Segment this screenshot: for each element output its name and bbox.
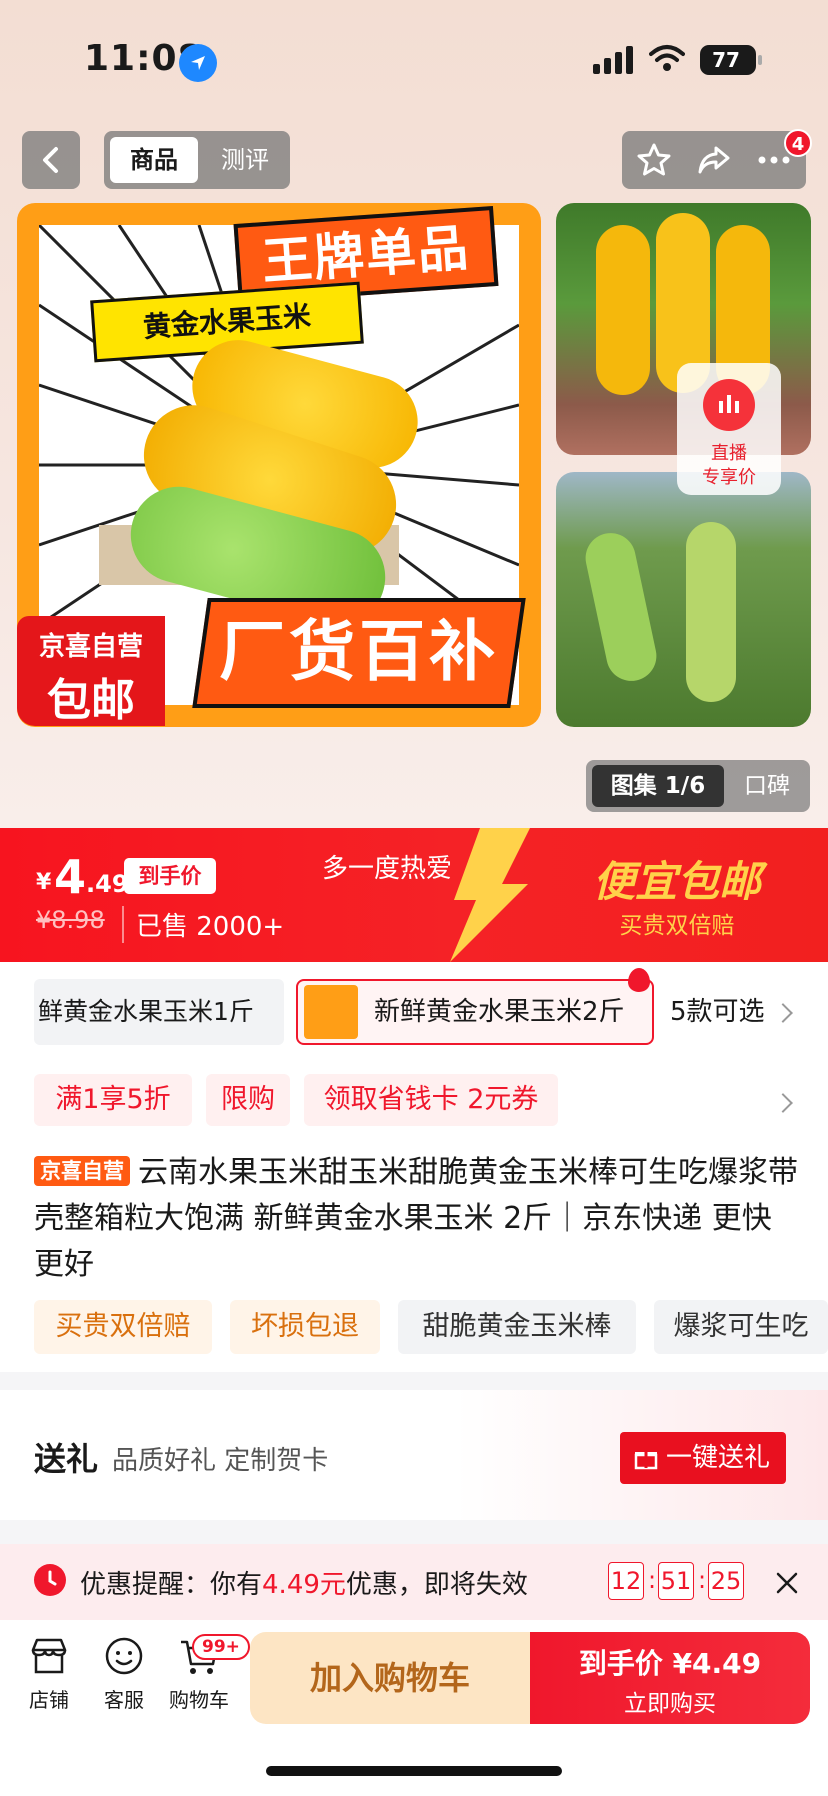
battery-level: 77 <box>712 48 740 72</box>
feature-chip[interactable]: 甜脆黄金玉米棒 <box>398 1300 636 1354</box>
section-divider <box>0 1520 828 1544</box>
top-actions <box>622 131 806 189</box>
share-icon[interactable] <box>696 142 732 178</box>
price-banner: ¥ 4 .49 到手价 ¥8.98 已售 2000+ 多一度热爱 便宜包邮 买贵… <box>0 828 828 962</box>
message-count-badge: 4 <box>784 129 812 157</box>
location-arrow-icon <box>179 44 217 82</box>
battery-icon: 77 <box>700 45 762 75</box>
cheap-free-shipping-title: 便宜包邮 <box>592 857 761 906</box>
price-integer: 4 <box>54 850 87 904</box>
store-icon <box>31 1638 67 1674</box>
tab-product[interactable]: 商品 <box>110 137 198 183</box>
tab-review[interactable]: 测评 <box>204 137 286 183</box>
double-compensation-subtitle: 买贵双倍赔 <box>619 913 735 939</box>
timer-hours: 12 <box>608 1562 644 1600</box>
chevron-left-icon <box>43 147 58 173</box>
reputation-tab[interactable]: 口碑 <box>728 765 806 807</box>
original-price: ¥8.98 <box>36 906 105 934</box>
back-button[interactable] <box>22 131 80 189</box>
service-chip[interactable]: 买贵双倍赔 <box>34 1300 212 1354</box>
close-icon[interactable] <box>776 1572 798 1594</box>
album-switch: 图集 1/6 口碑 <box>586 760 810 812</box>
gift-subtitle: 品质好礼 定制贺卡 <box>112 1446 329 1476</box>
live-icon <box>703 379 755 431</box>
coupon-limit[interactable]: 限购 <box>206 1074 290 1126</box>
feature-chip[interactable]: 爆浆可生吃 <box>654 1300 828 1354</box>
side-image-corn-field[interactable] <box>556 472 811 727</box>
product-title-text: 云南水果玉米甜玉米甜脆黄金玉米棒可生吃爆浆带壳整箱粒大饱满 新鲜黄金水果玉米 2… <box>34 1155 798 1282</box>
lightning-icon <box>450 828 530 962</box>
sku-option-selected[interactable]: 新鲜黄金水果玉米2斤 <box>296 979 654 1045</box>
sku-thumbnail <box>304 985 358 1039</box>
status-bar: 11:08 77 <box>0 0 828 120</box>
chevron-right-icon <box>773 1003 793 1023</box>
favorite-star-icon[interactable] <box>636 142 672 178</box>
send-gift-button[interactable]: 一键送礼 <box>620 1432 786 1484</box>
final-price-tag: 到手价 <box>124 858 216 894</box>
chevron-right-icon[interactable] <box>773 1093 793 1113</box>
timer-minutes: 51 <box>658 1562 694 1600</box>
slogan-text: 多一度热爱 <box>322 854 453 884</box>
promo-reminder: 优惠提醒：你有4.49元优惠，即将失效 12 : 51 : 25 <box>0 1544 828 1620</box>
cart-count-badge: 99+ <box>192 1634 250 1660</box>
service-chip[interactable]: 坏损包退 <box>230 1300 380 1354</box>
signal-icon <box>593 46 635 78</box>
sku-option[interactable]: 鲜黄金水果玉米1斤 <box>34 979 284 1045</box>
add-to-cart-button[interactable]: 加入购物车 <box>250 1632 530 1724</box>
promo-text: 优惠提醒：你有4.49元优惠，即将失效 <box>80 1570 528 1600</box>
timer-seconds: 25 <box>708 1562 744 1600</box>
buy-now-button[interactable]: 到手价 ¥4.49 立即购买 <box>530 1632 810 1724</box>
sku-selector: 鲜黄金水果玉米1斤 新鲜黄金水果玉米2斤 5款可选 <box>0 962 828 1074</box>
gift-icon <box>634 1452 658 1470</box>
clock-icon <box>34 1564 66 1596</box>
customer-service-icon <box>105 1637 143 1675</box>
home-indicator <box>266 1766 562 1776</box>
tab-store[interactable]: 店铺 <box>14 1634 84 1713</box>
section-divider <box>0 1372 828 1390</box>
factory-subsidy-tag: 厂货百补 <box>192 598 526 708</box>
price-decimal: .49 <box>86 870 129 898</box>
live-price-badge[interactable]: 直播 专享价 <box>677 363 781 495</box>
jingxi-badge: 京喜自营 <box>34 1156 130 1186</box>
tab-customer-service[interactable]: 客服 <box>89 1634 159 1713</box>
wifi-icon <box>649 44 685 78</box>
sku-more-options[interactable]: 5款可选 <box>670 979 765 1045</box>
sold-count: 已售 2000+ <box>122 906 284 943</box>
product-title: 京喜自营 云南水果玉米甜玉米甜脆黄金玉米棒可生吃爆浆带壳整箱粒大饱满 新鲜黄金水果… <box>34 1150 800 1288</box>
jingxi-free-shipping-tag: 京喜自营 包邮 <box>17 616 165 726</box>
hot-flame-icon <box>628 968 650 992</box>
gift-title: 送礼 <box>34 1440 99 1478</box>
coupon-savings-card[interactable]: 领取省钱卡 2元券 <box>304 1074 558 1126</box>
album-counter[interactable]: 图集 1/6 <box>592 765 724 807</box>
coupon-row: 满1享5折 限购 领取省钱卡 2元券 <box>0 1074 828 1146</box>
coupon-discount[interactable]: 满1享5折 <box>34 1074 192 1126</box>
product-review-switch: 商品 测评 <box>104 131 290 189</box>
gift-section: 送礼 品质好礼 定制贺卡 一键送礼 <box>0 1390 828 1520</box>
